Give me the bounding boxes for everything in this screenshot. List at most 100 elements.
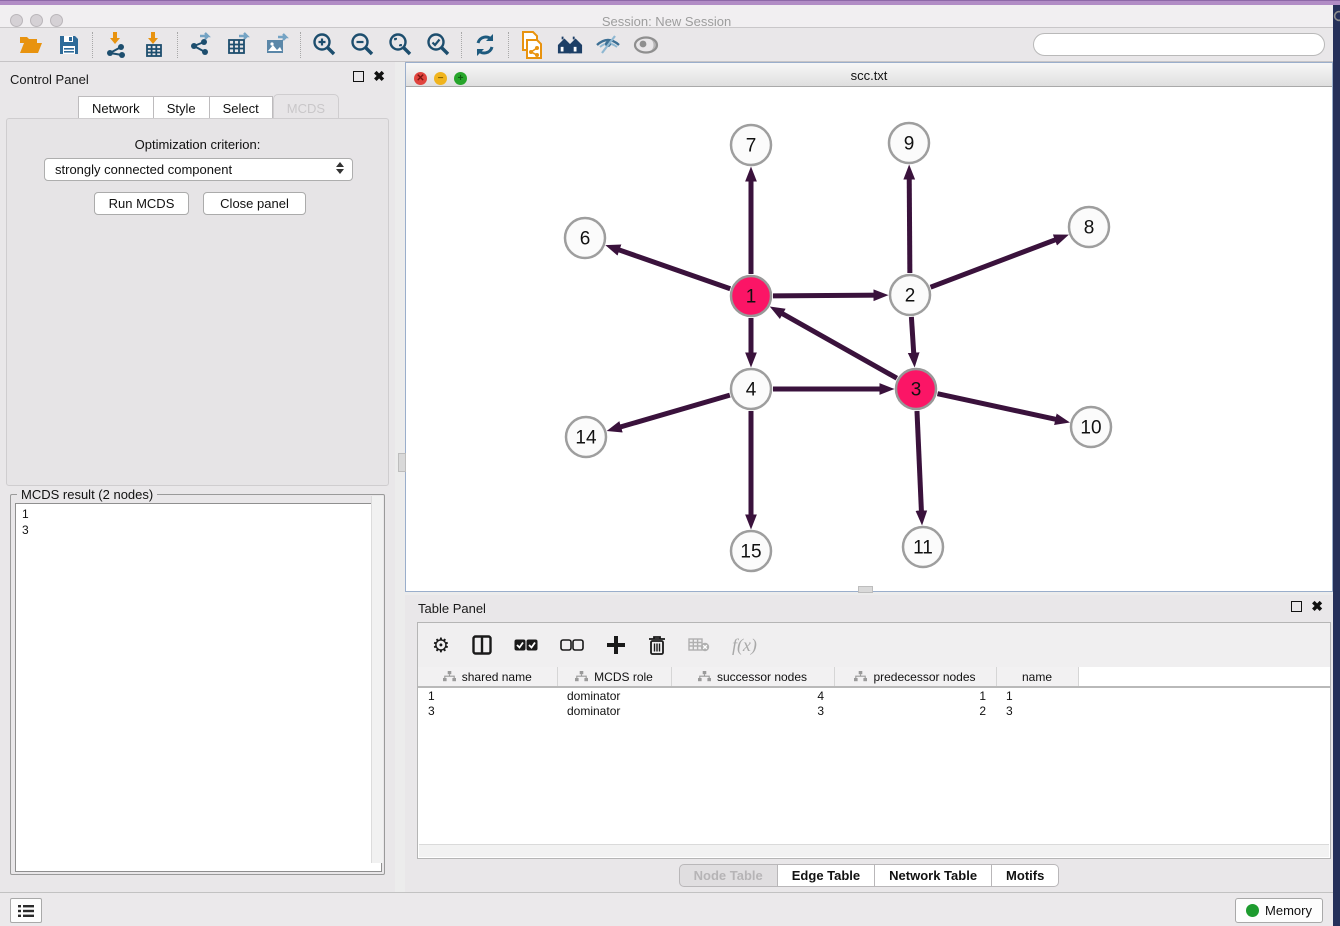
- network-graph-canvas[interactable]: 7968124314101511: [406, 87, 1332, 591]
- table-panel-title: Table Panel: [418, 601, 486, 616]
- mcds-result-title: MCDS result (2 nodes): [17, 487, 157, 502]
- delete-icon[interactable]: [648, 635, 666, 656]
- desktop-background: [1333, 5, 1340, 926]
- search-input[interactable]: [1033, 33, 1325, 56]
- export-network-icon[interactable]: [188, 32, 214, 58]
- duplicate-network-icon[interactable]: [519, 32, 545, 58]
- vertical-splitter-handle[interactable]: [398, 453, 406, 472]
- edge-3-1[interactable]: [776, 310, 897, 378]
- memory-status-icon: [1246, 904, 1259, 917]
- float-panel-icon[interactable]: [1291, 601, 1302, 612]
- table-cell[interactable]: 2: [834, 703, 996, 719]
- tab-edge-table[interactable]: Edge Table: [778, 864, 875, 887]
- column-header-predecessor-nodes[interactable]: predecessor nodes: [834, 667, 996, 687]
- close-panel-button[interactable]: Close panel: [203, 192, 306, 215]
- deselect-all-icon[interactable]: [560, 639, 584, 652]
- mcds-result-item[interactable]: 3: [22, 522, 375, 538]
- window-title: Session: New Session: [0, 14, 1333, 29]
- export-table-icon[interactable]: [226, 32, 252, 58]
- first-neighbors-icon[interactable]: [557, 32, 583, 58]
- zoom-out-icon[interactable]: [349, 32, 375, 58]
- close-panel-icon[interactable]: ✖: [1311, 601, 1323, 612]
- select-all-icon[interactable]: [514, 639, 538, 652]
- memory-button[interactable]: Memory: [1235, 898, 1323, 923]
- horizontal-splitter-handle[interactable]: [858, 586, 873, 593]
- task-history-button[interactable]: [10, 898, 42, 923]
- column-header-MCDS-role[interactable]: MCDS role: [557, 667, 671, 687]
- delete-table-icon[interactable]: [688, 637, 710, 653]
- table-cell[interactable]: dominator: [557, 687, 671, 703]
- add-icon[interactable]: [606, 635, 626, 655]
- close-panel-icon[interactable]: ✖: [373, 71, 385, 82]
- table-cell[interactable]: 3: [996, 703, 1078, 719]
- float-panel-icon[interactable]: [353, 71, 364, 82]
- table-cell[interactable]: dominator: [557, 703, 671, 719]
- table-panel-tabs: Node TableEdge TableNetwork TableMotifs: [405, 864, 1333, 887]
- node-label-1: 1: [746, 287, 757, 308]
- table-row[interactable]: 1dominator411: [418, 687, 1330, 703]
- zoom-in-icon[interactable]: [311, 32, 337, 58]
- node-label-2: 2: [905, 286, 916, 307]
- run-mcds-button[interactable]: Run MCDS: [94, 192, 189, 215]
- hide-panel-icon[interactable]: [595, 32, 621, 58]
- gear-icon[interactable]: ⚙: [432, 633, 450, 657]
- node-label-10: 10: [1080, 418, 1101, 439]
- table-horizontal-scrollbar[interactable]: [419, 844, 1329, 857]
- node-label-7: 7: [746, 136, 757, 157]
- refresh-icon[interactable]: [472, 32, 498, 58]
- table-cell[interactable]: 1: [834, 687, 996, 703]
- status-bar: Memory: [0, 892, 1333, 926]
- import-network-icon[interactable]: [103, 32, 129, 58]
- node-label-4: 4: [746, 380, 757, 401]
- edge-2-3[interactable]: [911, 317, 914, 360]
- select-stepper-icon: [336, 162, 344, 174]
- main-toolbar: [0, 28, 1333, 62]
- column-header-successor-nodes[interactable]: successor nodes: [671, 667, 834, 687]
- fit-content-icon[interactable]: [387, 32, 413, 58]
- edge-2-9[interactable]: [909, 172, 910, 273]
- network-window-titlebar[interactable]: ✕−+ scc.txt: [406, 63, 1332, 87]
- edge-1-2[interactable]: [773, 295, 881, 296]
- mcds-result-list[interactable]: 13: [15, 503, 382, 872]
- zoom-selected-icon[interactable]: [425, 32, 451, 58]
- edge-3-10[interactable]: [937, 394, 1062, 421]
- table-cell[interactable]: 1: [418, 687, 557, 703]
- table-cell[interactable]: 4: [671, 687, 834, 703]
- table-row[interactable]: 3dominator323: [418, 703, 1330, 719]
- node-label-11: 11: [913, 538, 933, 559]
- tab-node-table[interactable]: Node Table: [679, 864, 778, 887]
- node-label-6: 6: [580, 229, 591, 250]
- tab-motifs[interactable]: Motifs: [992, 864, 1059, 887]
- main-titlebar[interactable]: Session: New Session: [0, 5, 1333, 28]
- split-columns-icon[interactable]: [472, 635, 492, 655]
- optimization-criterion-label: Optimization criterion:: [0, 137, 395, 152]
- control-panel-title: Control Panel: [10, 72, 89, 87]
- table-cell[interactable]: 3: [671, 703, 834, 719]
- mcds-result-scrollbar[interactable]: [371, 496, 383, 863]
- save-session-icon[interactable]: [56, 32, 82, 58]
- table-panel: Table Panel ✖ ⚙ f(x): [405, 595, 1333, 892]
- edge-3-11[interactable]: [917, 411, 922, 518]
- column-header-shared-name[interactable]: shared name: [418, 667, 557, 687]
- optimization-criterion-select[interactable]: strongly connected component: [44, 158, 353, 181]
- node-table[interactable]: shared nameMCDS rolesuccessor nodesprede…: [418, 667, 1330, 719]
- function-icon[interactable]: f(x): [732, 635, 757, 656]
- show-eye-icon[interactable]: [633, 32, 659, 58]
- table-cell[interactable]: 1: [996, 687, 1078, 703]
- edge-2-8[interactable]: [931, 237, 1062, 287]
- edge-1-6[interactable]: [612, 248, 730, 289]
- table-cell[interactable]: 3: [418, 703, 557, 719]
- column-tree-icon: [854, 671, 867, 682]
- open-session-icon[interactable]: [18, 32, 44, 58]
- import-table-icon[interactable]: [141, 32, 167, 58]
- mcds-result-item[interactable]: 1: [22, 506, 375, 522]
- column-tree-icon: [698, 671, 711, 682]
- tab-mcds[interactable]: MCDS: [273, 94, 339, 121]
- tab-network-table[interactable]: Network Table: [875, 864, 992, 887]
- node-label-3: 3: [911, 380, 922, 401]
- edge-4-14[interactable]: [614, 395, 730, 429]
- network-view-window[interactable]: ✕−+ scc.txt 7968124314101511: [405, 62, 1333, 592]
- export-image-icon[interactable]: [264, 32, 290, 58]
- column-header-name[interactable]: name: [996, 667, 1078, 687]
- column-tree-icon: [443, 671, 456, 682]
